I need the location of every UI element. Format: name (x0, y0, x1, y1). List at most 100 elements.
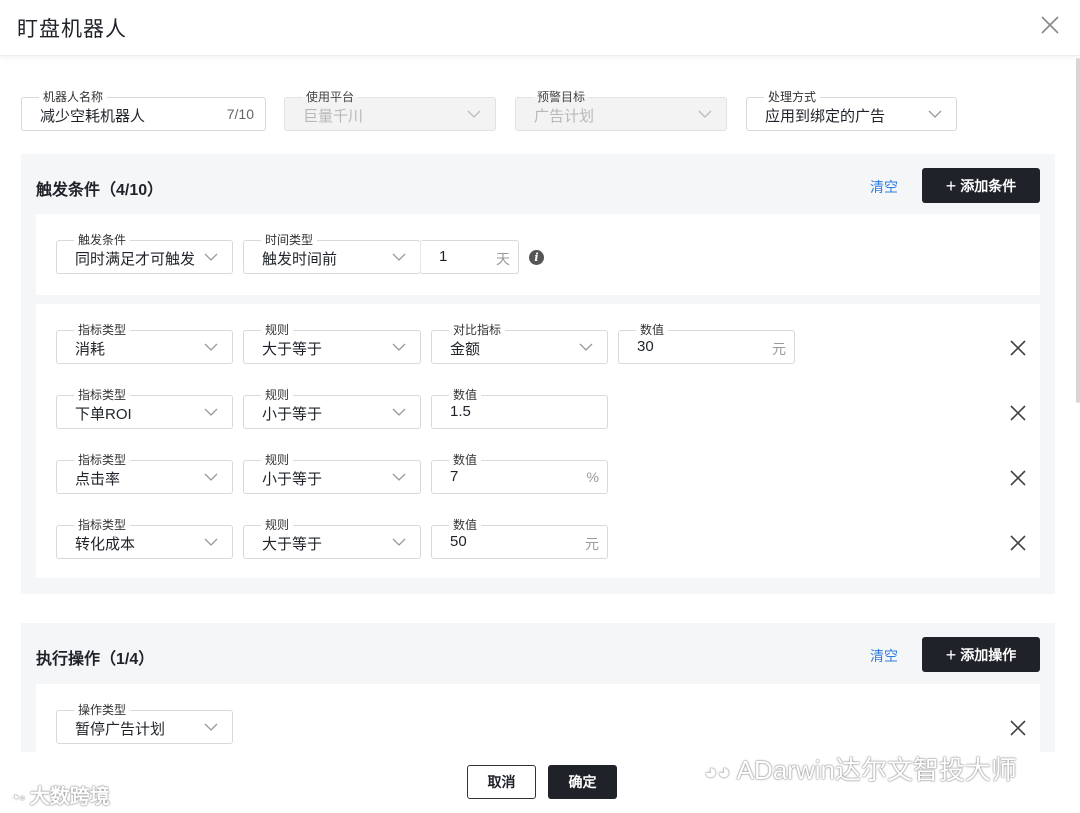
handling-label: 处理方式 (764, 90, 821, 104)
rule-select[interactable]: 规则 大于等于 (243, 323, 421, 364)
handling-value: 应用到绑定的广告 (765, 108, 886, 125)
add-condition-button[interactable]: + 添加条件 (922, 168, 1040, 203)
close-icon[interactable] (1039, 14, 1061, 36)
metric-type-label: 指标类型 (74, 453, 131, 467)
rule-label: 规则 (261, 518, 294, 532)
metric-type-label: 指标类型 (74, 388, 131, 402)
add-action-label: 添加操作 (960, 646, 1017, 663)
value-unit: 元 (585, 536, 599, 552)
remove-condition-icon[interactable] (1009, 339, 1027, 357)
value-value: 30 (637, 338, 654, 355)
operation-type-label: 操作类型 (74, 703, 131, 717)
compare-metric-value: 金额 (450, 341, 481, 358)
chevron-down-icon (204, 723, 218, 731)
rule-select[interactable]: 规则 大于等于 (243, 518, 421, 559)
platform-label: 使用平台 (302, 90, 359, 104)
value-input[interactable]: 数值 1.5 (431, 388, 608, 429)
chevron-down-icon (392, 253, 406, 261)
platform-select: 使用平台 巨量千川 (284, 90, 496, 131)
rule-value: 小于等于 (262, 471, 323, 488)
remove-condition-icon[interactable] (1009, 469, 1027, 487)
remove-condition-icon[interactable] (1009, 534, 1027, 552)
confirm-button[interactable]: 确定 (548, 765, 617, 799)
chevron-down-icon (579, 343, 593, 351)
dialog-header: 盯盘机器人 (0, 0, 1080, 56)
handling-select[interactable]: 处理方式 应用到绑定的广告 (746, 90, 957, 131)
time-amount-input[interactable]: 1 天 (420, 240, 519, 274)
value-unit: % (586, 469, 599, 485)
metric-type-label: 指标类型 (74, 518, 131, 532)
rule-select[interactable]: 规则 小于等于 (243, 453, 421, 494)
chevron-down-icon (392, 538, 406, 546)
time-type-value: 触发时间前 (262, 251, 338, 268)
chevron-down-icon (392, 343, 406, 351)
rule-value: 小于等于 (262, 406, 323, 423)
metric-type-value: 点击率 (75, 471, 121, 488)
chevron-down-icon (928, 110, 942, 118)
scrollbar[interactable] (1076, 58, 1080, 403)
remove-action-icon[interactable] (1009, 719, 1027, 737)
remove-condition-icon[interactable] (1009, 404, 1027, 422)
plus-icon: + (945, 175, 957, 196)
value-label: 数值 (449, 388, 482, 402)
add-condition-label: 添加条件 (960, 177, 1017, 194)
metric-type-select[interactable]: 指标类型 消耗 (56, 323, 233, 364)
rule-label: 规则 (261, 453, 294, 467)
rule-select[interactable]: 规则 小于等于 (243, 388, 421, 429)
chevron-down-icon (392, 473, 406, 481)
target-label: 预警目标 (533, 90, 590, 104)
chevron-down-icon (204, 538, 218, 546)
info-icon[interactable]: i (529, 250, 544, 265)
char-counter: 7/10 (226, 106, 254, 122)
compare-metric-select[interactable]: 对比指标 金额 (431, 323, 608, 364)
target-value: 广告计划 (534, 108, 595, 125)
time-type-select[interactable]: 时间类型 触发时间前 (243, 233, 421, 274)
metric-type-select[interactable]: 指标类型 下单ROI (56, 388, 233, 429)
metric-type-label: 指标类型 (74, 323, 131, 337)
value-value: 1.5 (450, 403, 471, 420)
value-input[interactable]: 数值 30 元 (618, 323, 795, 364)
chevron-down-icon (467, 110, 481, 118)
rule-value: 大于等于 (262, 536, 323, 553)
trigger-mode-select[interactable]: 触发条件 同时满足才可触发 (56, 233, 233, 274)
value-value: 50 (450, 533, 467, 550)
trigger-clear-link[interactable]: 清空 (870, 177, 898, 197)
value-unit: 元 (772, 341, 786, 357)
metric-type-select[interactable]: 指标类型 点击率 (56, 453, 233, 494)
chevron-down-icon (204, 408, 218, 416)
robot-name-label: 机器人名称 (39, 90, 108, 104)
dialog-title: 盯盘机器人 (17, 18, 127, 41)
platform-value: 巨量千川 (303, 108, 364, 125)
value-label: 数值 (636, 323, 669, 337)
plus-icon: + (945, 644, 957, 665)
action-title: 执行操作（1/4） (36, 651, 155, 668)
chevron-down-icon (698, 110, 712, 118)
value-label: 数值 (449, 518, 482, 532)
metric-type-value: 消耗 (75, 341, 106, 358)
wechat-icon: ◕◕ (704, 759, 737, 784)
cancel-button[interactable]: 取消 (467, 765, 536, 799)
value-input[interactable]: 数值 50 元 (431, 518, 608, 559)
metric-type-select[interactable]: 指标类型 转化成本 (56, 518, 233, 559)
time-amount-value: 1 (439, 248, 448, 265)
robot-name-input[interactable]: 机器人名称 减少空耗机器人 7/10 (21, 90, 266, 131)
action-clear-link[interactable]: 清空 (870, 646, 898, 666)
chevron-down-icon (204, 253, 218, 261)
rule-label: 规则 (261, 323, 294, 337)
operation-type-select[interactable]: 操作类型 暂停广告计划 (56, 703, 233, 744)
robot-name-value: 减少空耗机器人 (40, 108, 146, 125)
value-label: 数值 (449, 453, 482, 467)
trigger-mode-label: 触发条件 (74, 233, 131, 247)
value-input[interactable]: 数值 7 % (431, 453, 608, 494)
chevron-down-icon (204, 343, 218, 351)
time-unit: 天 (496, 251, 510, 267)
time-type-label: 时间类型 (261, 233, 318, 247)
add-action-button[interactable]: + 添加操作 (922, 637, 1040, 672)
chevron-down-icon (204, 473, 218, 481)
watermark-right: ◕◕ ADarwin达尔文智投大师 (704, 755, 1017, 785)
value-value: 7 (450, 468, 459, 485)
operation-type-value: 暂停广告计划 (75, 721, 166, 738)
metric-type-value: 下单ROI (75, 406, 132, 423)
target-select: 预警目标 广告计划 (515, 90, 727, 131)
weibo-icon: ◔◦ (10, 790, 30, 807)
